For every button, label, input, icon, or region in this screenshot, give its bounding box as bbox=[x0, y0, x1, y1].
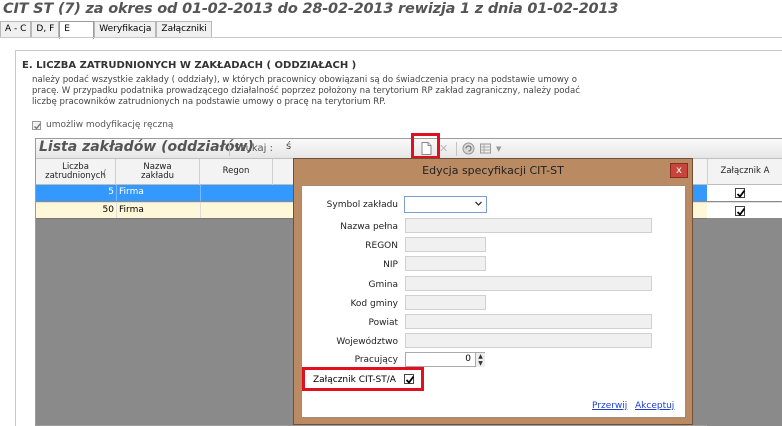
chevron-down-icon[interactable] bbox=[474, 199, 483, 211]
checkmark-icon bbox=[736, 189, 746, 198]
accept-link[interactable]: Akceptuj bbox=[635, 401, 674, 411]
kod-gminy-label: Kod gminy bbox=[350, 299, 398, 309]
row-nazwa: Firma bbox=[119, 187, 144, 197]
column-nazwa[interactable]: Nazwa zakładu bbox=[116, 159, 200, 185]
zalacznik-highlight bbox=[302, 367, 424, 391]
toolbar-separator bbox=[456, 142, 457, 156]
nazwa-field bbox=[405, 218, 652, 233]
stepper-down-icon[interactable]: ▼ bbox=[475, 360, 485, 367]
window-title: CIT ST (7) za okres od 01-02-2013 do 28-… bbox=[3, 1, 619, 17]
regon-label: REGON bbox=[365, 241, 398, 251]
cell-divider bbox=[116, 203, 117, 219]
nazwa-label: Nazwa pełna bbox=[340, 222, 398, 232]
nip-label: NIP bbox=[383, 260, 398, 270]
tab-zalaczniki[interactable]: Załączniki bbox=[156, 21, 212, 37]
stepper-up-icon[interactable]: ▲ bbox=[475, 353, 485, 360]
row-zalacznik-checkbox[interactable] bbox=[735, 188, 746, 198]
cell-divider bbox=[200, 203, 201, 219]
tab-a-c[interactable]: A - C bbox=[0, 21, 32, 37]
sort-indicator: / bbox=[103, 168, 106, 177]
row-nazwa: Firma bbox=[119, 205, 144, 215]
tab-weryfikacja[interactable]: Weryfikacja bbox=[94, 21, 157, 37]
cancel-link[interactable]: Przerwij bbox=[592, 401, 627, 411]
pracujacy-stepper[interactable]: 0 bbox=[405, 352, 485, 367]
tab-divider bbox=[0, 37, 782, 38]
tab-bar: A - C D, F E Weryfikacja Załączniki bbox=[0, 21, 212, 39]
pracujacy-label: Pracujący bbox=[354, 355, 398, 365]
grid-empty-area bbox=[707, 218, 782, 426]
powiat-field bbox=[405, 314, 652, 329]
row-liczba: 5 bbox=[108, 187, 114, 197]
delete-icon[interactable]: ✕ bbox=[439, 141, 454, 156]
checkmark-icon bbox=[736, 207, 746, 216]
cell-divider bbox=[116, 185, 117, 201]
kod-gminy-field bbox=[405, 295, 486, 310]
tab-d-f[interactable]: D, F bbox=[31, 21, 60, 37]
manual-edit-checkbox[interactable] bbox=[32, 120, 42, 130]
close-button[interactable]: x bbox=[670, 163, 688, 178]
list-title: Lista zakładów (oddziałów) bbox=[39, 139, 254, 155]
new-document-highlight bbox=[411, 133, 440, 159]
checkmark-icon bbox=[34, 122, 42, 130]
section-title: E. LICZBA ZATRUDNIONYCH W ZAKŁADACH ( OD… bbox=[22, 60, 357, 71]
manual-edit-label: umożliw modyfikację ręczną bbox=[46, 120, 174, 130]
column-zalacznik[interactable]: Załącznik A bbox=[707, 159, 782, 185]
search-input[interactable]: ś bbox=[284, 141, 409, 156]
cell-divider bbox=[200, 185, 201, 201]
symbol-label: Symbol zakładu bbox=[326, 200, 398, 210]
wojewodztwo-label: Województwo bbox=[336, 337, 398, 347]
gmina-field bbox=[405, 276, 652, 291]
manual-edit-option[interactable]: umożliw modyfikację ręczną bbox=[32, 120, 173, 130]
wojewodztwo-field bbox=[405, 333, 652, 348]
powiat-label: Powiat bbox=[368, 318, 398, 328]
gmina-label: Gmina bbox=[368, 280, 398, 290]
row-zalacznik-checkbox[interactable] bbox=[735, 206, 746, 216]
table-menu-icon[interactable] bbox=[479, 141, 494, 156]
dropdown-arrow-icon[interactable]: ▼ bbox=[496, 145, 501, 153]
column-nazwa-line2: zakładu bbox=[141, 171, 174, 181]
toolbar-separator bbox=[229, 142, 230, 156]
section-description: należy podać wszystkie zakłady ( oddział… bbox=[32, 75, 580, 107]
refresh-icon[interactable] bbox=[461, 141, 476, 156]
column-regon[interactable]: Regon bbox=[200, 159, 273, 185]
dialog-title: Edycja specyfikacji CIT-ST bbox=[422, 164, 564, 177]
row-liczba: 50 bbox=[102, 205, 114, 215]
regon-field bbox=[405, 237, 486, 252]
nip-field bbox=[405, 256, 486, 271]
search-label: Szukaj : bbox=[234, 143, 274, 154]
